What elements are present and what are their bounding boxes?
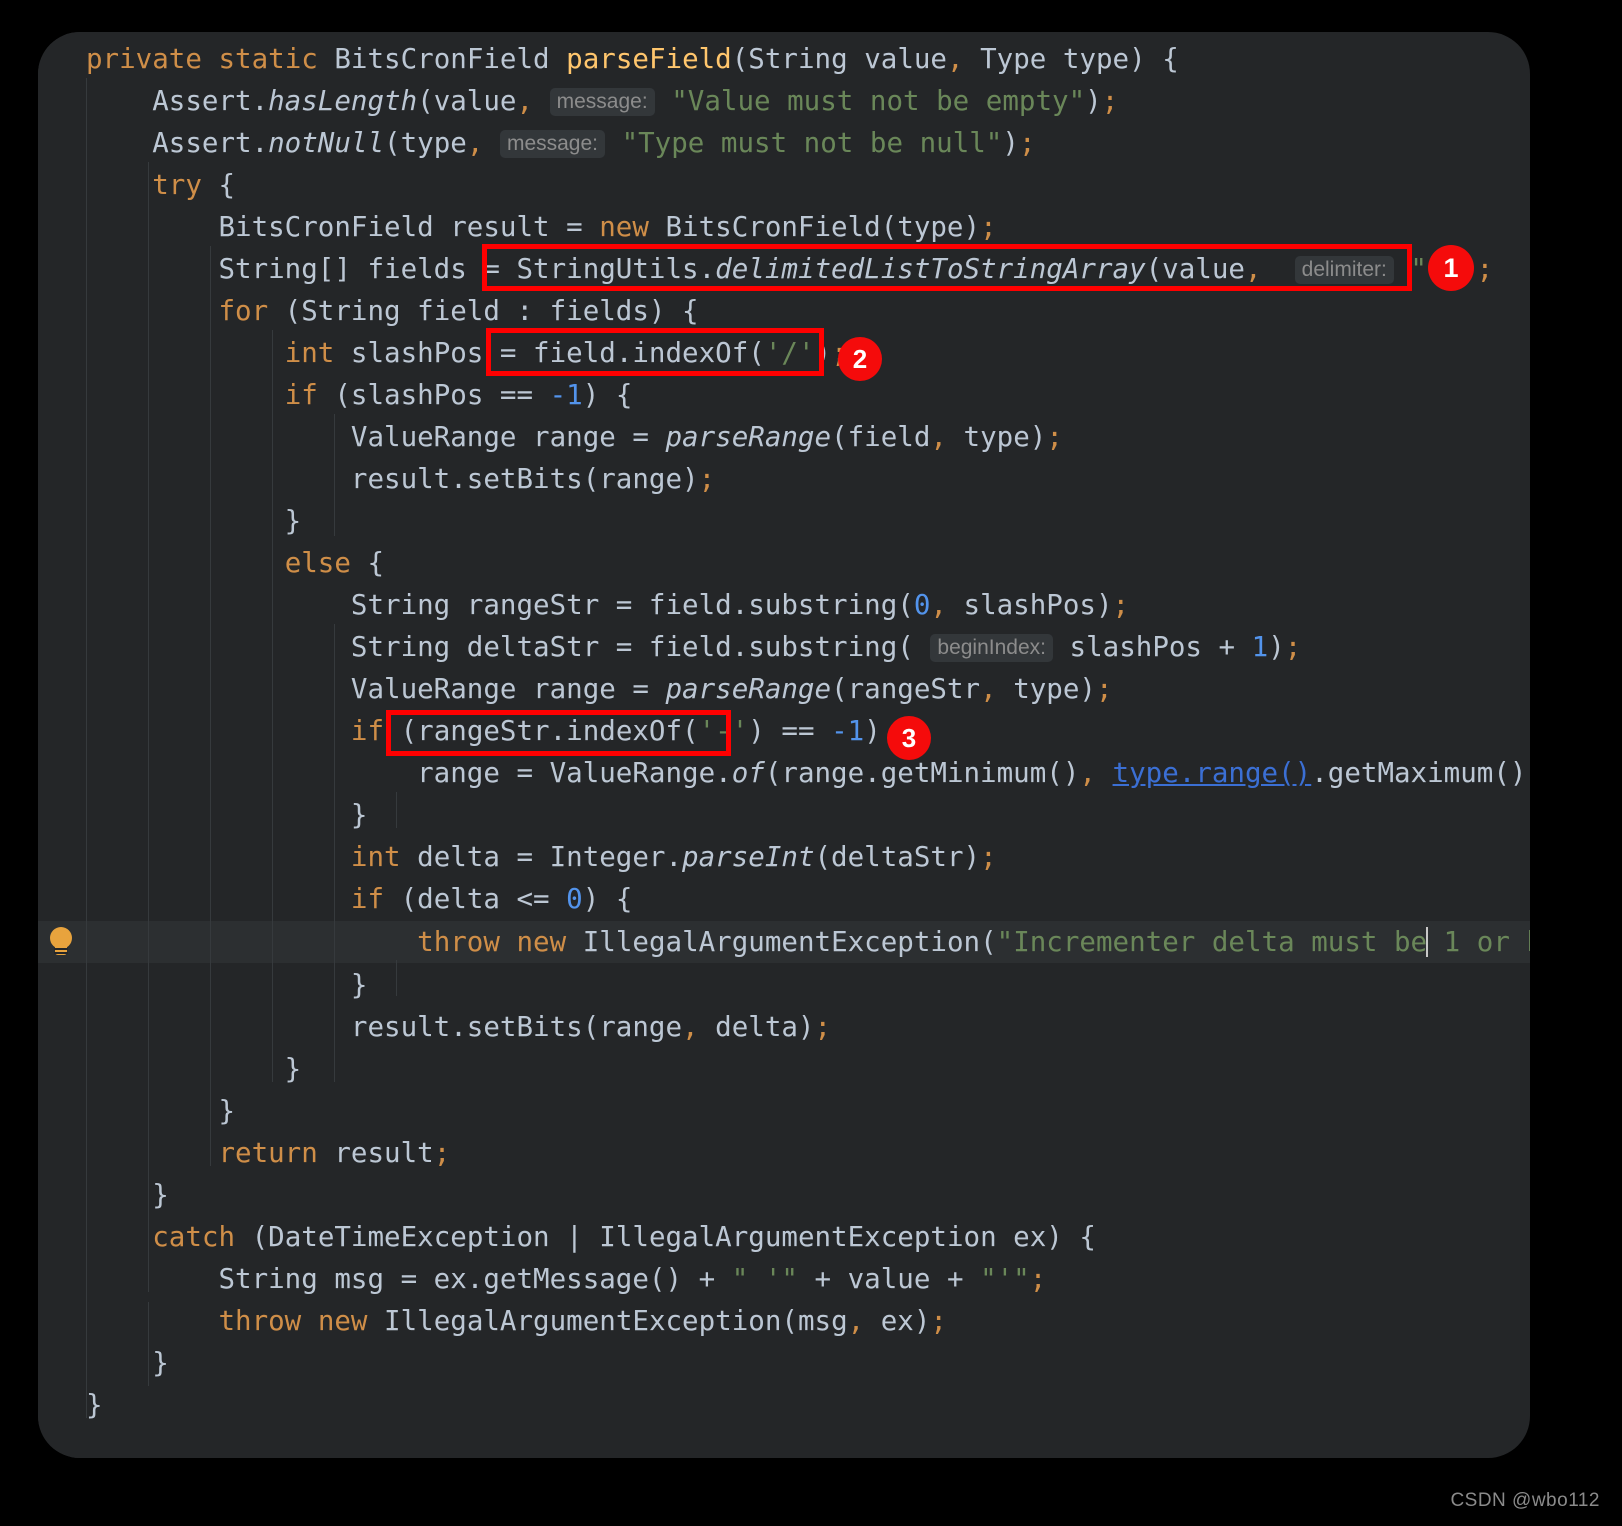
code-line[interactable]: int slashPos = field.indexOf('/'); [86, 332, 848, 374]
annotation-badge-3: 3 [887, 716, 931, 760]
annotation-badge-1: 1 [1428, 245, 1474, 291]
code-line[interactable]: } [86, 1342, 169, 1384]
code-line[interactable]: } [86, 794, 368, 836]
code-surface[interactable]: private static BitsCronField parseField(… [38, 32, 1530, 1458]
code-editor-panel[interactable]: private static BitsCronField parseField(… [38, 32, 1530, 1458]
code-line[interactable]: } [86, 500, 302, 542]
code-line[interactable]: } [86, 1384, 103, 1426]
code-line[interactable]: ValueRange range = parseRange(rangeStr, … [86, 668, 1113, 710]
code-line[interactable]: String[] fields = StringUtils.delimitedL… [86, 248, 1493, 290]
code-line[interactable]: result.setBits(range, delta); [86, 1006, 831, 1048]
code-line[interactable]: throw new IllegalArgumentException(msg, … [86, 1300, 947, 1342]
code-line[interactable]: else { [86, 542, 384, 584]
code-line[interactable]: String msg = ex.getMessage() + " '" + va… [86, 1258, 1046, 1300]
lightbulb-stripe [54, 948, 68, 950]
code-line[interactable]: Assert.hasLength(value, message: "Value … [86, 80, 1118, 122]
code-line[interactable]: } [86, 964, 368, 1006]
code-line[interactable]: } [86, 1090, 235, 1132]
code-line[interactable]: range = ValueRange.of(range.getMinimum()… [86, 752, 1530, 794]
code-line[interactable]: if (rangeStr.indexOf('-') == -1) { [86, 710, 914, 752]
code-line[interactable]: result.setBits(range); [86, 458, 715, 500]
lightbulb-icon[interactable] [48, 927, 74, 957]
code-line[interactable]: } [86, 1048, 302, 1090]
indent-guide [396, 792, 397, 828]
indent-guide [396, 960, 397, 996]
code-line[interactable]: BitsCronField result = new BitsCronField… [86, 206, 996, 248]
code-line[interactable]: private static BitsCronField parseField(… [86, 38, 1179, 80]
code-line[interactable]: if (slashPos == -1) { [86, 374, 633, 416]
code-line[interactable]: catch (DateTimeException | IllegalArgume… [86, 1216, 1096, 1258]
annotation-badge-2: 2 [838, 337, 882, 381]
code-line[interactable]: Assert.notNull(type, message: "Type must… [86, 122, 1035, 164]
code-line[interactable]: for (String field : fields) { [86, 290, 698, 332]
code-line[interactable]: } [86, 1174, 169, 1216]
code-line[interactable]: String deltaStr = field.substring( begin… [86, 626, 1301, 668]
lightbulb-stripe [54, 952, 68, 954]
code-line[interactable]: int delta = Integer.parseInt(deltaStr); [86, 836, 997, 878]
editor-gutter[interactable] [38, 32, 80, 1458]
code-line[interactable]: String rangeStr = field.substring(0, sla… [86, 584, 1129, 626]
code-line[interactable]: return result; [86, 1132, 450, 1174]
code-line[interactable]: if (delta <= 0) { [86, 878, 632, 920]
code-line[interactable]: try { [86, 164, 235, 206]
watermark: CSDN @wbo112 [1450, 1490, 1600, 1511]
code-line[interactable]: ValueRange range = parseRange(field, typ… [86, 416, 1063, 458]
code-line[interactable]: throw new IllegalArgumentException("Incr… [86, 921, 1530, 963]
